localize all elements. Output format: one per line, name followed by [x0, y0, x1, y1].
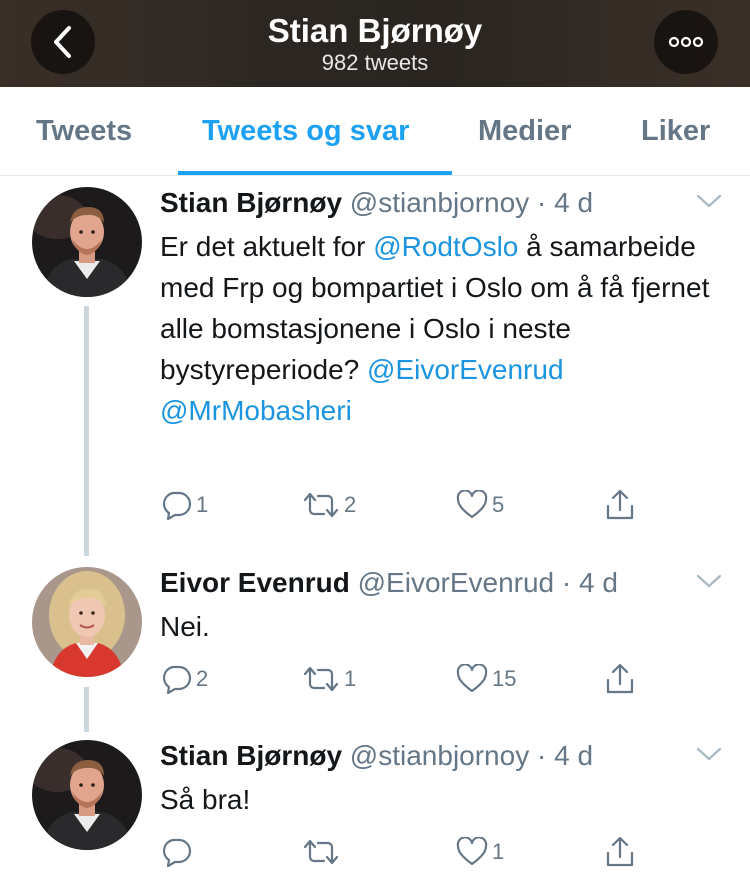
tweet-menu-button[interactable]	[696, 193, 722, 214]
mention-link[interactable]: @RodtOslo	[373, 231, 518, 262]
profile-header: Stian Bjørnøy 982 tweets	[0, 0, 750, 87]
tab-tweets[interactable]: Tweets	[36, 115, 132, 148]
reply-icon	[162, 491, 192, 520]
tweet-text: Så bra!	[160, 784, 251, 815]
chevron-down-icon	[696, 574, 722, 588]
tab-likes[interactable]: Liker	[641, 115, 710, 148]
reply-button[interactable]	[160, 832, 196, 872]
timestamp: 4 d	[554, 740, 594, 771]
retweet-button[interactable]: 1	[302, 659, 356, 699]
reply-count: 2	[196, 666, 209, 691]
retweet-count: 2	[344, 492, 357, 517]
reply-count: 1	[196, 492, 209, 517]
like-count: 1	[492, 839, 505, 864]
retweet-button[interactable]: 2	[302, 485, 356, 525]
tweet-text: Nei.	[160, 611, 210, 642]
display-name[interactable]: Stian Bjørnøy	[160, 187, 342, 218]
separator-dot: ·	[536, 740, 547, 771]
like-button[interactable]: 1	[456, 832, 504, 872]
avatar[interactable]	[32, 740, 142, 850]
username: @EivorEvenrud	[357, 567, 555, 598]
retweet-button[interactable]	[302, 832, 344, 872]
like-count: 15	[492, 666, 517, 691]
tweet-count: 982 tweets	[321, 50, 429, 75]
username: @stianbjornoy	[349, 187, 530, 218]
tab-media[interactable]: Medier	[478, 115, 571, 148]
heart-icon	[456, 490, 488, 519]
like-count: 5	[492, 492, 505, 517]
retweet-icon	[303, 492, 339, 518]
share-icon	[606, 489, 634, 520]
mention-link[interactable]: @EivorEvenrud	[367, 354, 564, 385]
share-button[interactable]	[604, 485, 636, 525]
mention-link[interactable]: @MrMobasheri	[160, 395, 352, 426]
timestamp: 4 d	[554, 187, 594, 218]
thread-line	[84, 306, 89, 556]
retweet-icon	[303, 666, 339, 692]
chevron-down-icon	[696, 747, 722, 761]
ellipsis-icon	[668, 36, 704, 48]
share-button[interactable]	[604, 659, 636, 699]
reply-icon	[162, 665, 192, 694]
timestamp: 4 d	[579, 567, 618, 598]
heart-icon	[456, 837, 488, 866]
tab-tweets-and-replies[interactable]: Tweets og svar	[202, 115, 409, 148]
heart-icon	[456, 664, 488, 693]
username: @stianbjornoy	[349, 740, 530, 771]
like-button[interactable]: 15	[456, 659, 516, 699]
share-button[interactable]	[604, 832, 636, 872]
profile-tabs: Tweets Tweets og svar Medier Liker	[0, 87, 750, 176]
like-button[interactable]: 5	[456, 485, 504, 525]
tweet-actions: 1 2 5	[160, 485, 680, 525]
reply-button[interactable]: 1	[160, 485, 208, 525]
avatar[interactable]	[32, 187, 142, 297]
reply-button[interactable]: 2	[160, 659, 208, 699]
more-options-button[interactable]	[654, 10, 718, 74]
tweet-text: Er det aktuelt for @RodtOslo å samarbeid…	[160, 231, 710, 426]
tweet-actions: 1	[160, 832, 680, 872]
reply-icon	[162, 838, 192, 867]
separator-dot: ·	[536, 187, 547, 218]
separator-dot: ·	[561, 567, 572, 598]
tweet-menu-button[interactable]	[696, 573, 722, 594]
avatar[interactable]	[32, 567, 142, 677]
display-name[interactable]: Eivor Evenrud	[160, 567, 350, 598]
profile-name-title: Stian Bjørnøy	[267, 12, 483, 49]
retweet-count: 1	[344, 666, 357, 691]
share-icon	[606, 663, 634, 694]
thread-line	[84, 687, 89, 732]
tweet-actions: 2 1 15	[160, 659, 680, 699]
retweet-icon	[303, 839, 339, 865]
share-icon	[606, 836, 634, 867]
active-tab-indicator	[178, 171, 452, 175]
chevron-down-icon	[696, 194, 722, 208]
tweet-menu-button[interactable]	[696, 746, 722, 767]
display-name[interactable]: Stian Bjørnøy	[160, 740, 342, 771]
